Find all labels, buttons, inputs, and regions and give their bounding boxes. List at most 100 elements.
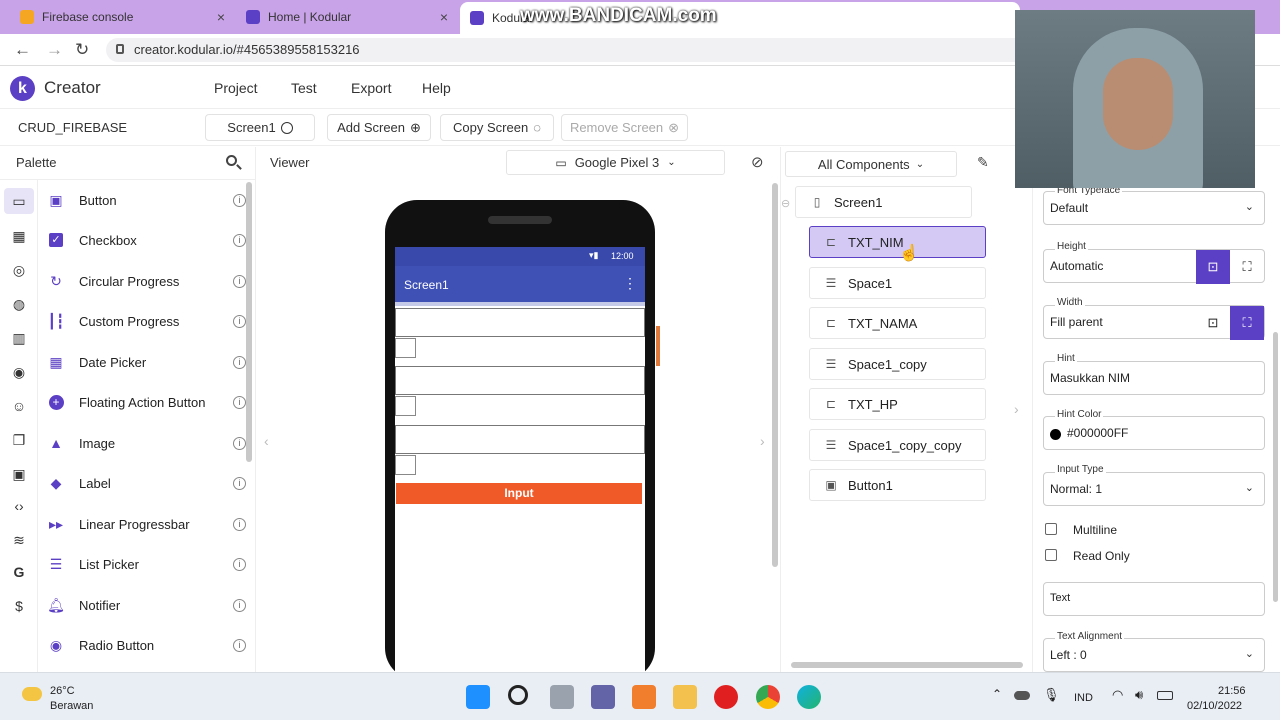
viewer-scrollbar[interactable] — [772, 183, 778, 567]
monetization-category-icon[interactable]: $ — [10, 598, 28, 614]
width-field[interactable]: Fill parent ⊡ ⛶ — [1043, 305, 1265, 340]
palette-item-checkbox[interactable]: ✓ Checkbox i — [48, 227, 248, 253]
user-interface-category-icon[interactable]: ▭ — [4, 188, 34, 214]
info-icon[interactable]: i — [233, 274, 246, 288]
tray-chevron-icon[interactable]: ⌃ — [992, 687, 1002, 701]
phone-space-2[interactable] — [395, 396, 416, 416]
app-icon[interactable] — [632, 685, 656, 709]
hidden-components-icon[interactable]: ⊘ — [751, 153, 764, 171]
fit-width-toggle-icon[interactable]: ⊡ — [1196, 306, 1230, 340]
sensors-category-icon[interactable]: ◉ — [10, 364, 28, 381]
volume-icon[interactable]: 🔊︎ — [1135, 687, 1143, 703]
info-icon[interactable]: i — [233, 598, 246, 612]
clock-date[interactable]: 02/10/2022 — [1187, 700, 1242, 712]
info-icon[interactable]: i — [233, 638, 246, 652]
collapse-icon[interactable]: ⊖ — [781, 197, 790, 210]
info-icon[interactable]: i — [233, 355, 246, 369]
add-screen-button[interactable]: Add Screen ⊕ — [327, 114, 431, 141]
component-space1-copy[interactable]: ☰ Space1_copy — [809, 348, 986, 380]
close-tab-icon[interactable]: × — [217, 9, 225, 25]
menu-project[interactable]: Project — [214, 80, 258, 96]
edge-icon[interactable] — [797, 685, 821, 709]
phone-input-button[interactable]: Input — [396, 483, 642, 504]
component-txt-nim[interactable]: ⊏ TXT_NIM — [809, 226, 986, 258]
palette-item-notifier[interactable]: 🔔︎ Notifier i — [47, 592, 248, 618]
remove-screen-button[interactable]: Remove Screen ⊗ — [561, 114, 688, 141]
tab-firebase[interactable]: Firebase console × — [10, 0, 235, 34]
device-select[interactable]: ▭ Google Pixel 3 ⌄ — [506, 150, 725, 175]
wifi-icon[interactable]: ◠ — [1112, 687, 1123, 703]
microphone-icon[interactable]: 🎙︎ — [1043, 687, 1060, 703]
palette-item-list-picker[interactable]: ☰ List Picker i — [48, 551, 248, 577]
close-tab-icon[interactable]: × — [440, 9, 448, 25]
menu-test[interactable]: Test — [291, 80, 317, 96]
palette-item-image[interactable]: ▲ Image i — [48, 430, 248, 456]
maps-category-icon[interactable]: ▥ — [10, 330, 28, 347]
menu-export[interactable]: Export — [351, 80, 391, 96]
phone-space-1[interactable] — [395, 338, 416, 358]
palette-item-radio-button[interactable]: ◉ Radio Button i — [48, 632, 248, 658]
phone-textbox-nama[interactable] — [395, 366, 645, 395]
component-txt-nama[interactable]: ⊏ TXT_NAMA — [809, 307, 986, 339]
clock-time[interactable]: 21:56 — [1218, 685, 1246, 697]
cloud-icon[interactable] — [1014, 691, 1030, 700]
edit-icon[interactable]: ✎ — [977, 154, 989, 171]
font-typeface-select[interactable]: Default ⌄ — [1043, 191, 1265, 225]
language-indicator[interactable]: IND — [1074, 692, 1093, 704]
hint-field[interactable]: Masukkan NIM — [1043, 361, 1265, 395]
layout-category-icon[interactable]: ▦ — [10, 228, 28, 245]
social-category-icon[interactable]: ☺ — [10, 398, 28, 414]
fill-width-toggle-icon[interactable]: ⛶ — [1230, 306, 1264, 340]
forward-icon[interactable]: → — [46, 40, 63, 60]
google-category-icon[interactable]: G — [10, 564, 28, 580]
info-icon[interactable]: i — [233, 395, 246, 409]
palette-item-circular-progress[interactable]: ↻ Circular Progress i — [48, 268, 248, 294]
menu-help[interactable]: Help — [422, 80, 451, 96]
palette-item-fab[interactable]: + Floating Action Button i — [48, 389, 248, 415]
media-category-icon[interactable]: ◎ — [10, 262, 28, 279]
bandicam-icon[interactable] — [714, 685, 738, 709]
palette-item-linear-progressbar[interactable]: ▸▸ Linear Progressbar i — [48, 511, 248, 537]
file-explorer-icon[interactable] — [673, 685, 697, 709]
overflow-menu-icon[interactable]: ⋮ — [623, 275, 637, 292]
task-view-icon[interactable] — [550, 685, 574, 709]
battery-icon[interactable] — [1157, 691, 1173, 700]
palette-item-label[interactable]: ◆ Label i — [48, 470, 248, 496]
reload-icon[interactable]: ↻ — [75, 40, 89, 60]
multiline-checkbox[interactable] — [1045, 523, 1057, 535]
screen-select-button[interactable]: Screen1 — [205, 114, 315, 141]
info-icon[interactable]: i — [233, 557, 246, 571]
palette-scrollbar[interactable] — [246, 182, 252, 462]
phone-textbox-nim[interactable] — [395, 308, 645, 337]
height-field[interactable]: Automatic ⊡ ⛶ — [1043, 249, 1265, 284]
hint-color-field[interactable]: #000000FF — [1043, 416, 1265, 450]
windows-start-icon[interactable] — [466, 685, 490, 709]
drawing-category-icon[interactable]: ◍ — [10, 296, 28, 313]
copy-screen-button[interactable]: Copy Screen ◌ — [440, 114, 554, 141]
url-field[interactable]: creator.kodular.io/#4565389558153216 — [106, 38, 1046, 62]
palette-item-custom-progress[interactable]: ┃┇ Custom Progress i — [48, 308, 248, 334]
phone-textbox-hp[interactable] — [395, 425, 645, 454]
phone-space-3[interactable] — [395, 455, 416, 475]
feed-category-icon[interactable]: ≋ — [10, 532, 28, 549]
info-icon[interactable]: i — [233, 517, 246, 531]
back-icon[interactable]: ← — [14, 40, 31, 60]
text-alignment-select[interactable]: Left : 0 ⌄ — [1043, 638, 1265, 672]
text-area[interactable]: Text — [1043, 582, 1265, 616]
components-hscrollbar[interactable] — [791, 662, 1023, 668]
read-only-checkbox[interactable] — [1045, 549, 1057, 561]
info-icon[interactable]: i — [233, 314, 246, 328]
chevron-right-icon[interactable]: › — [760, 433, 765, 449]
component-txt-hp[interactable]: ⊏ TXT_HP — [809, 388, 986, 420]
info-icon[interactable]: i — [233, 476, 246, 490]
input-type-select[interactable]: Normal: 1 ⌄ — [1043, 472, 1265, 506]
chrome-icon[interactable] — [756, 685, 780, 709]
info-icon[interactable]: i — [233, 436, 246, 450]
chevron-left-icon[interactable]: ‹ — [264, 433, 269, 449]
component-screen1[interactable]: ▯ Screen1 — [795, 186, 972, 218]
palette-item-date-picker[interactable]: ▦ Date Picker i — [48, 349, 248, 375]
components-filter[interactable]: All Components ⌄ — [785, 151, 957, 177]
utilities-category-icon[interactable]: ▣ — [10, 466, 28, 483]
teams-icon[interactable] — [591, 685, 615, 709]
properties-scrollbar[interactable] — [1273, 332, 1278, 602]
